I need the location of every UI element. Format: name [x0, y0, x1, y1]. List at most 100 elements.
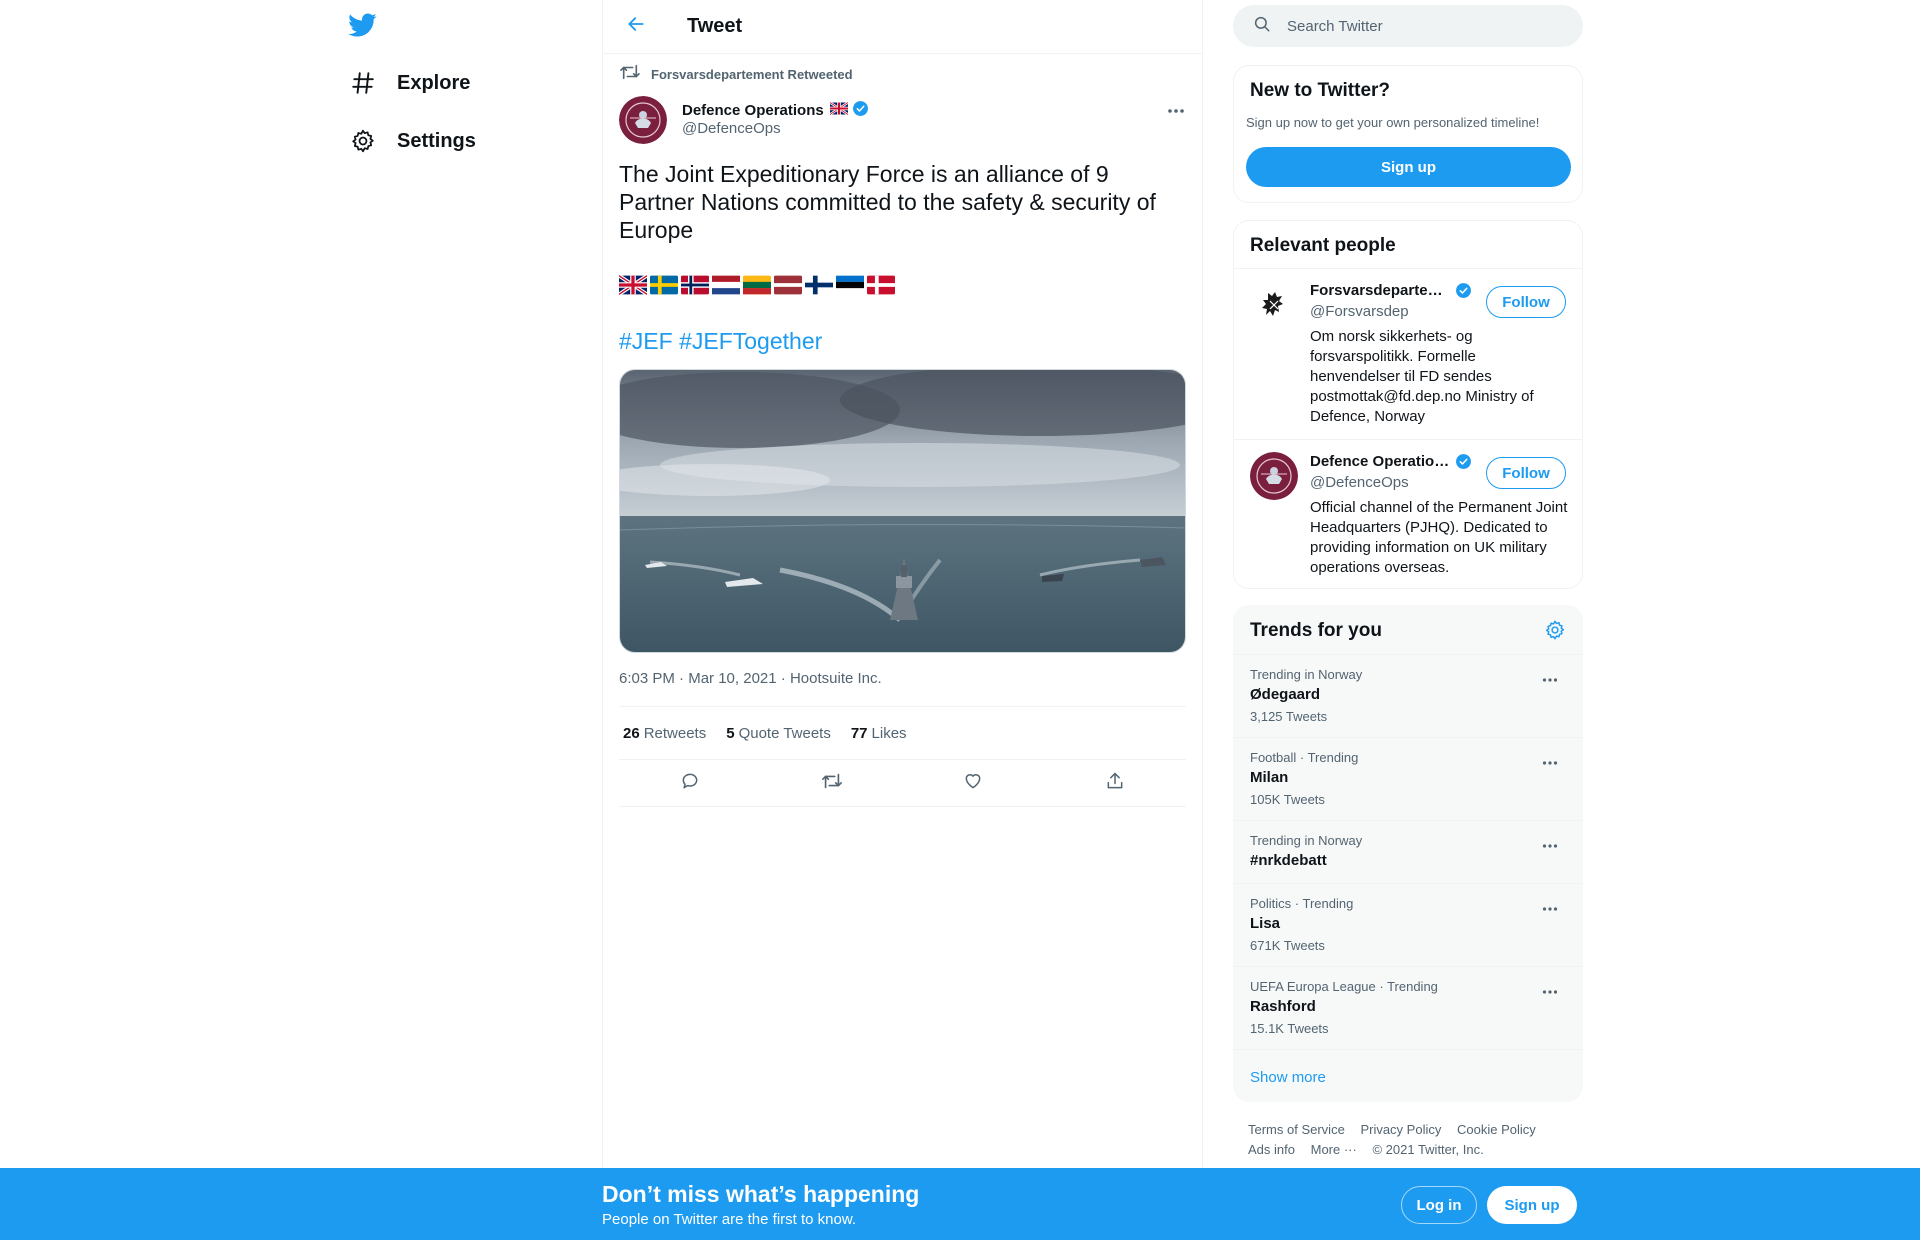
- gear-icon[interactable]: [1544, 619, 1566, 646]
- reply-button[interactable]: [673, 766, 707, 800]
- nav-explore[interactable]: Explore: [345, 59, 478, 107]
- lithuania-flag-icon: [743, 275, 771, 295]
- avatar[interactable]: [1250, 452, 1298, 500]
- share-button[interactable]: [1098, 766, 1132, 800]
- new-to-twitter-subtitle: Sign up now to get your own personalized…: [1246, 115, 1540, 130]
- trends-title: Trends for you: [1250, 620, 1382, 641]
- tweet-photo[interactable]: [619, 369, 1186, 653]
- privacy-link[interactable]: Privacy Policy: [1360, 1122, 1441, 1137]
- trends-card: Trends for you Trending in Norway Ødegaa…: [1233, 605, 1583, 1102]
- more-link[interactable]: More ···: [1311, 1142, 1357, 1157]
- tweet-author: Defence Operations @DefenceOps: [619, 96, 1189, 146]
- hashtag-row: #JEF #JEFTogether: [619, 328, 822, 355]
- person-handle[interactable]: @DefenceOps: [1310, 474, 1409, 491]
- search-bar[interactable]: [1233, 5, 1583, 47]
- back-button[interactable]: [619, 10, 653, 44]
- signup-prompt-bar: Don’t miss what’s happening People on Tw…: [0, 1168, 1920, 1240]
- trend-more-button[interactable]: [1538, 752, 1562, 772]
- trend-count: 105K Tweets: [1250, 792, 1325, 807]
- author-name[interactable]: Defence Operations: [682, 102, 824, 119]
- show-more-link[interactable]: Show more: [1250, 1069, 1326, 1086]
- trend-item[interactable]: Politics · Trending Lisa 671K Tweets: [1234, 883, 1582, 966]
- person-name[interactable]: Defence Operations: [1310, 453, 1450, 470]
- author-handle[interactable]: @DefenceOps: [682, 120, 781, 137]
- follow-button[interactable]: Follow: [1486, 286, 1566, 318]
- retweet-button[interactable]: [815, 766, 849, 800]
- trend-item[interactable]: Trending in Norway Ødegaard 3,125 Tweets: [1234, 654, 1582, 737]
- likes-label: Likes: [871, 724, 907, 742]
- hashtag-link-jeftogether[interactable]: #JEFTogether: [679, 328, 822, 354]
- quote-tweets-stat[interactable]: 5 Quote Tweets: [726, 725, 831, 742]
- retweet-context: Forsvarsdepartement Retweeted: [619, 63, 853, 86]
- retweets-stat[interactable]: 26 Retweets: [623, 725, 706, 742]
- trend-name: Lisa: [1250, 915, 1281, 932]
- trend-count: 3,125 Tweets: [1250, 709, 1328, 724]
- cookie-link[interactable]: Cookie Policy: [1457, 1122, 1536, 1137]
- trend-more-button[interactable]: [1538, 898, 1562, 918]
- trend-item[interactable]: Trending in Norway #nrkdebatt: [1234, 820, 1582, 883]
- person-item-defenceops[interactable]: Defence Operations @DefenceOps Official …: [1234, 439, 1582, 589]
- nav-explore-label: Explore: [397, 71, 471, 94]
- trend-item[interactable]: UEFA Europa League · Trending Rashford 1…: [1234, 966, 1582, 1049]
- search-icon: [1253, 15, 1271, 38]
- finland-flag-icon: [805, 275, 833, 295]
- relevant-people-title: Relevant people: [1250, 235, 1396, 256]
- person-handle[interactable]: @Forsvarsdep: [1310, 303, 1409, 320]
- arrow-left-icon: [626, 14, 646, 39]
- person-name[interactable]: Forsvarsdepartementet: [1310, 282, 1450, 299]
- likes-stat[interactable]: 77 Likes: [851, 725, 907, 742]
- latvia-flag-icon: [774, 275, 802, 295]
- estonia-flag-icon: [836, 275, 864, 295]
- likes-count: 77: [850, 724, 868, 742]
- meta-separator: ·: [780, 670, 786, 687]
- tweet-more-button[interactable]: [1163, 100, 1189, 120]
- sign-up-button[interactable]: Sign up: [1246, 147, 1571, 187]
- trend-name: Rashford: [1250, 998, 1316, 1015]
- sign-up-button[interactable]: Sign up: [1487, 1186, 1577, 1224]
- avatar[interactable]: [1250, 281, 1298, 329]
- tweet-stats: 26 Retweets 5 Quote Tweets 77 Likes: [619, 706, 1186, 760]
- person-item-forsvarsdep[interactable]: Forsvarsdepartementet @Forsvarsdep Om no…: [1234, 268, 1582, 438]
- tweet-date[interactable]: Mar 10, 2021: [688, 670, 776, 687]
- meta-separator: ·: [679, 670, 685, 687]
- copyright-text: © 2021 Twitter, Inc.: [1372, 1142, 1484, 1157]
- reply-icon: [680, 771, 700, 796]
- trend-more-button[interactable]: [1538, 669, 1562, 689]
- retweet-icon: [619, 63, 641, 86]
- page-title: Tweet: [687, 15, 743, 37]
- tweet-time[interactable]: 6:03 PM: [619, 670, 675, 687]
- tweet-actions: [619, 760, 1186, 807]
- trend-count: 15.1K Tweets: [1250, 1021, 1329, 1036]
- retweets-label: Retweets: [643, 724, 707, 742]
- avatar[interactable]: [619, 96, 667, 144]
- more-horizontal-icon: [1542, 982, 1558, 1000]
- like-button[interactable]: [956, 766, 990, 800]
- twitter-logo-icon[interactable]: [347, 10, 379, 42]
- trend-item[interactable]: Football · Trending Milan 105K Tweets: [1234, 737, 1582, 820]
- search-input[interactable]: [1287, 17, 1547, 35]
- tweet-source[interactable]: Hootsuite Inc.: [790, 670, 882, 687]
- ads-info-link[interactable]: Ads info: [1248, 1142, 1295, 1157]
- share-icon: [1105, 771, 1125, 796]
- tweet-text: The Joint Expeditionary Force is an alli…: [619, 161, 1156, 243]
- retweeted-by-text[interactable]: Forsvarsdepartement Retweeted: [651, 67, 853, 82]
- more-horizontal-icon: [1167, 101, 1185, 119]
- terms-link[interactable]: Terms of Service: [1248, 1122, 1345, 1137]
- united-kingdom-flag-icon: [619, 275, 647, 295]
- trend-more-button[interactable]: [1538, 981, 1562, 1001]
- main-column: Tweet Forsvarsdepartement Retweeted Defe…: [602, 0, 1203, 1240]
- footer-links: Terms of Service Privacy Policy Cookie P…: [1248, 1120, 1578, 1160]
- trend-name: Ødegaard: [1250, 686, 1321, 703]
- nav-settings[interactable]: Settings: [345, 117, 484, 165]
- sweden-flag-icon: [650, 275, 678, 295]
- author-name-row: Defence Operations: [682, 100, 869, 121]
- netherlands-flag-icon: [712, 275, 740, 295]
- verified-badge-icon: [1455, 282, 1472, 304]
- trend-context: Trending in Norway: [1250, 667, 1363, 682]
- trend-more-button[interactable]: [1538, 835, 1562, 855]
- hashtag-link-jef[interactable]: #JEF: [619, 328, 673, 354]
- log-in-button[interactable]: Log in: [1401, 1186, 1477, 1224]
- prompt-subtitle: People on Twitter are the first to know.: [602, 1211, 857, 1228]
- follow-button[interactable]: Follow: [1486, 457, 1566, 489]
- quotes-label: Quote Tweets: [738, 724, 831, 742]
